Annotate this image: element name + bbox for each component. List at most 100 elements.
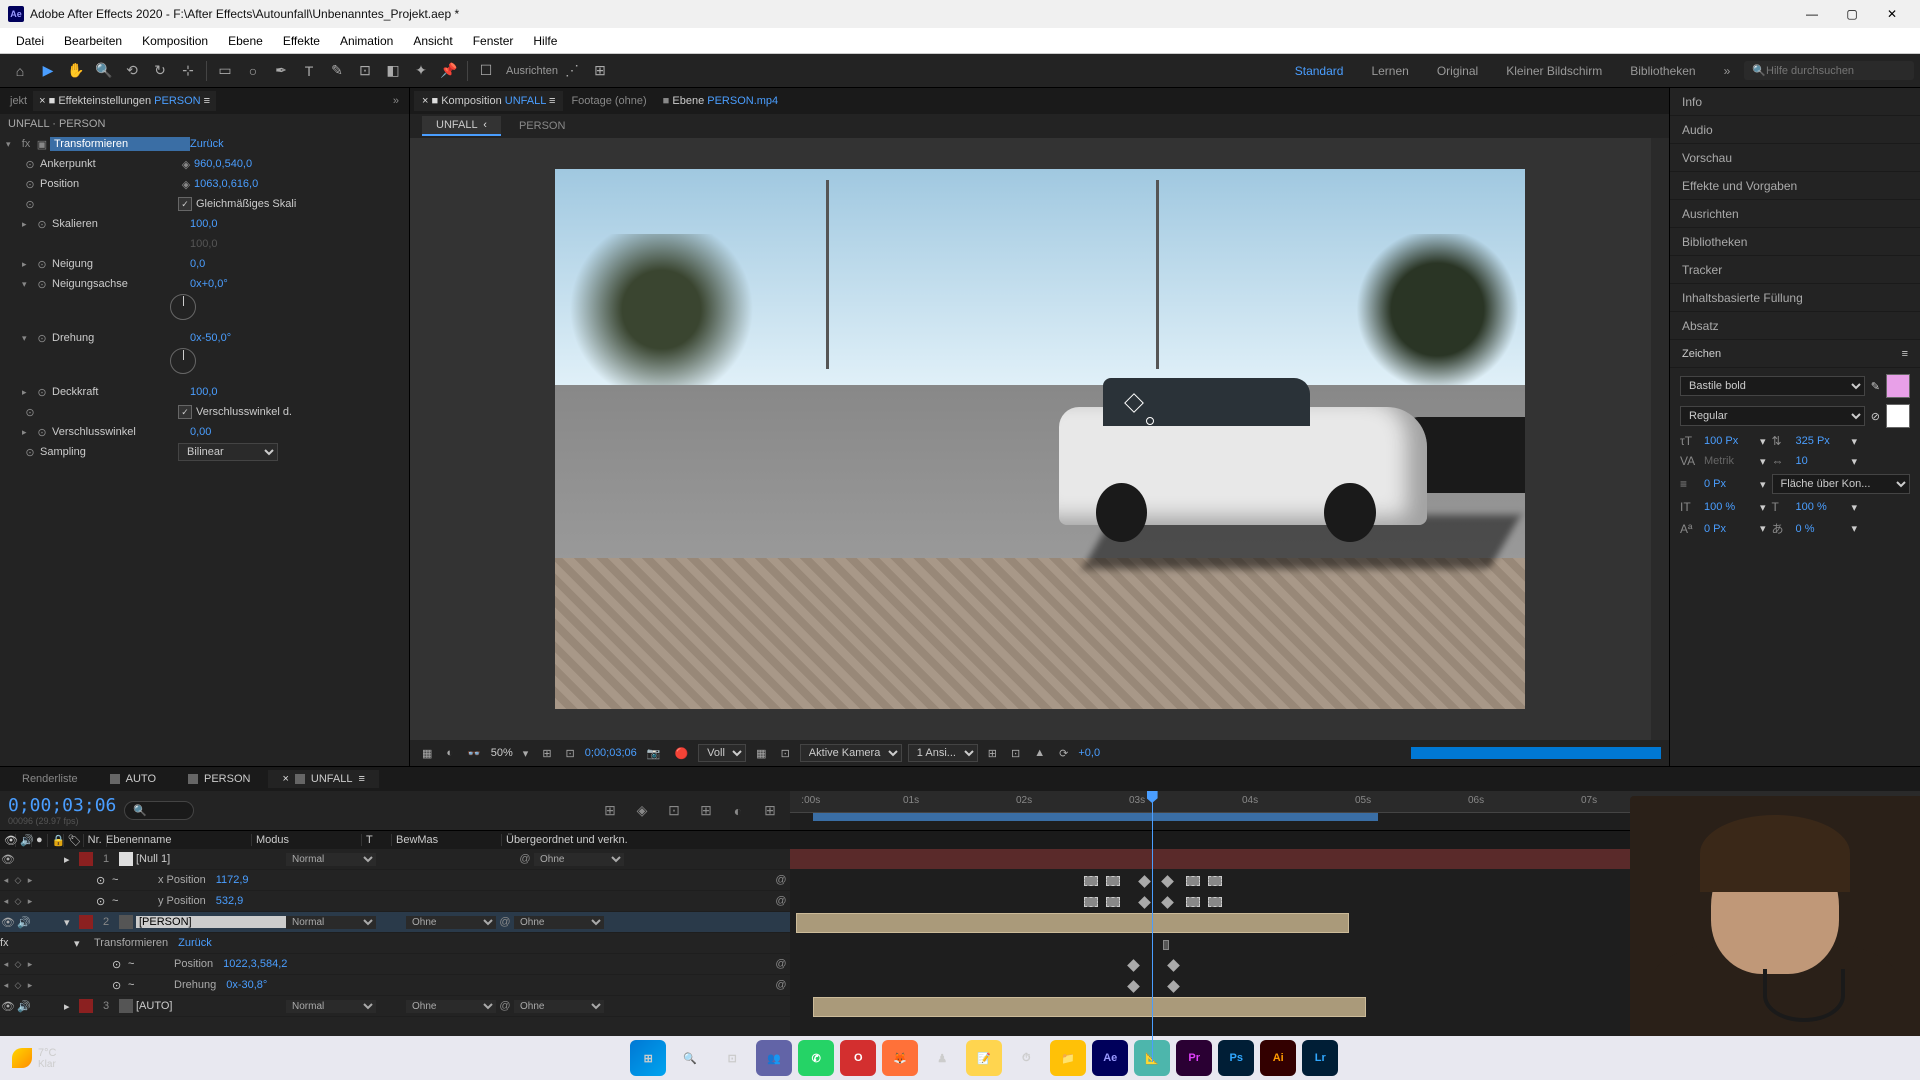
nofill-icon[interactable]: ⊘ — [1871, 410, 1880, 423]
zoom-value[interactable]: 50% — [491, 747, 513, 759]
tracking-value[interactable]: 10 — [1796, 455, 1846, 467]
whatsapp-app[interactable]: ✆ — [798, 1040, 834, 1076]
uniform-scale-checkbox[interactable]: ✓ — [178, 197, 192, 211]
timeline-search[interactable]: 🔍 — [124, 801, 194, 820]
vscale-value[interactable]: 100 % — [1704, 501, 1754, 513]
explorer-app[interactable]: 📁 — [1050, 1040, 1086, 1076]
tab-unfall[interactable]: × UNFALL ≡ — [268, 770, 378, 788]
hscale-value[interactable]: 100 % — [1796, 501, 1846, 513]
menu-hilfe[interactable]: Hilfe — [523, 30, 567, 52]
hand-tool[interactable]: ✋ — [63, 58, 89, 84]
workspace-bibliotheken[interactable]: Bibliotheken — [1616, 60, 1709, 82]
zoom-tool[interactable]: 🔍 — [91, 58, 117, 84]
views-select[interactable]: 1 Ansi... — [908, 744, 978, 762]
selection-tool[interactable]: ▶ — [35, 58, 61, 84]
subtab-person[interactable]: PERSON — [505, 117, 579, 135]
panel-character[interactable]: Zeichen≡ — [1670, 340, 1920, 368]
workspace-kleiner[interactable]: Kleiner Bildschirm — [1492, 60, 1616, 82]
effect-name[interactable]: Transformieren — [50, 137, 190, 151]
work-area[interactable] — [813, 813, 1378, 821]
eraser-tool[interactable]: ◧ — [380, 58, 406, 84]
rotate-tool[interactable]: ↻ — [147, 58, 173, 84]
tsume-value[interactable]: 0 % — [1796, 523, 1846, 535]
menu-bearbeiten[interactable]: Bearbeiten — [54, 30, 132, 52]
panel-align[interactable]: Ausrichten — [1670, 200, 1920, 228]
rotation-value[interactable]: 0x-50,0° — [190, 332, 231, 344]
firefox-app[interactable]: 🦊 — [882, 1040, 918, 1076]
panel-contentfill[interactable]: Inhaltsbasierte Füllung — [1670, 284, 1920, 312]
tab-renderlist[interactable]: Renderliste — [8, 770, 92, 788]
resolution-select[interactable]: Voll — [698, 744, 746, 762]
menu-ebene[interactable]: Ebene — [218, 30, 273, 52]
rect-tool[interactable]: ▭ — [212, 58, 238, 84]
opera-app[interactable]: O — [840, 1040, 876, 1076]
stroke-swatch[interactable] — [1886, 404, 1910, 428]
playhead[interactable] — [1152, 791, 1153, 1062]
tab-person[interactable]: PERSON — [174, 770, 264, 788]
weather-widget[interactable]: 7°CKlar — [12, 1047, 56, 1070]
tab-effect-controls[interactable]: × ■ Effekteinstellungen PERSON ≡ — [33, 91, 216, 111]
layer-null1[interactable]: 👁▸1[Null 1]Normal@Ohne — [0, 849, 790, 870]
mask-icon[interactable]: ◐ — [442, 745, 457, 761]
scale-value[interactable]: 100,0 — [190, 218, 218, 230]
close-button[interactable]: ✕ — [1872, 0, 1912, 28]
tab-project[interactable]: jekt — [4, 91, 33, 111]
camera-select[interactable]: Aktive Kamera — [800, 744, 902, 762]
minimize-button[interactable]: — — [1792, 0, 1832, 28]
shutter-checkbox[interactable]: ✓ — [178, 405, 192, 419]
ellipse-tool[interactable]: ○ — [240, 58, 266, 84]
shy-icon[interactable]: ⊡ — [662, 799, 686, 823]
prop-transform[interactable]: fx▾TransformierenZurück — [0, 933, 790, 954]
channels-icon[interactable]: 🔴 — [670, 745, 692, 762]
skewaxis-value[interactable]: 0x+0,0° — [190, 278, 228, 290]
roto-tool[interactable]: ✦ — [408, 58, 434, 84]
panel-overflow[interactable]: » — [387, 95, 405, 107]
alpha-icon[interactable]: ▦ — [418, 745, 436, 762]
eyedropper-icon[interactable]: ✎ — [1871, 380, 1880, 393]
vc-icon3[interactable]: ▲ — [1030, 745, 1049, 761]
lr-app[interactable]: Lr — [1302, 1040, 1338, 1076]
snapshot-icon[interactable]: 📷 — [643, 745, 665, 762]
pr-app[interactable]: Pr — [1176, 1040, 1212, 1076]
snap-opts2-icon[interactable]: ⊞ — [587, 58, 613, 84]
anchor-tool[interactable]: ⊹ — [175, 58, 201, 84]
layer-auto[interactable]: 👁🔊▸3[AUTO]NormalOhne@Ohne — [0, 996, 790, 1017]
rotation-dial[interactable] — [170, 348, 196, 374]
draft3d-icon[interactable]: ◈ — [630, 799, 654, 823]
composition-viewer[interactable] — [410, 138, 1669, 740]
clone-tool[interactable]: ⊡ — [352, 58, 378, 84]
puppet-tool[interactable]: 📌 — [436, 58, 462, 84]
panel-audio[interactable]: Audio — [1670, 116, 1920, 144]
stroke-width[interactable]: 0 Px — [1704, 478, 1754, 490]
layer-person[interactable]: 👁🔊▾2[PERSON]NormalOhne@Ohne — [0, 912, 790, 933]
fill-swatch[interactable] — [1886, 374, 1910, 398]
search-help[interactable]: 🔍 — [1744, 61, 1914, 80]
orbit-tool[interactable]: ⟲ — [119, 58, 145, 84]
menu-ansicht[interactable]: Ansicht — [403, 30, 462, 52]
prop-t-rotation[interactable]: ◂◇▸⊙~Drehung0x-30,8°@ — [0, 975, 790, 996]
text-tool[interactable]: T — [296, 58, 322, 84]
timeline-timecode[interactable]: 0;00;03;06 — [8, 795, 116, 816]
shutter-value[interactable]: 0,00 — [190, 426, 211, 438]
roi-icon[interactable]: ⊡ — [777, 745, 794, 762]
motion-blur-icon[interactable]: ◐ — [726, 799, 750, 823]
font-size[interactable]: 100 Px — [1704, 435, 1754, 447]
start-button[interactable]: ⊞ — [630, 1040, 666, 1076]
graph-editor-icon[interactable]: ⊞ — [758, 799, 782, 823]
panel-libraries[interactable]: Bibliotheken — [1670, 228, 1920, 256]
timer-app[interactable]: ⏱ — [1008, 1040, 1044, 1076]
tab-composition[interactable]: × ■ Komposition UNFALL ≡ — [414, 91, 563, 111]
tab-footage[interactable]: Footage (ohne) — [563, 91, 654, 111]
font-select[interactable]: Bastile bold — [1680, 376, 1865, 396]
leading-value[interactable]: 325 Px — [1796, 435, 1846, 447]
ae-app[interactable]: Ae — [1092, 1040, 1128, 1076]
vc-icon2[interactable]: ⊡ — [1007, 745, 1024, 762]
workspace-standard[interactable]: Standard — [1281, 60, 1358, 82]
pen-tool[interactable]: ✒ — [268, 58, 294, 84]
search-input[interactable] — [1766, 65, 1906, 77]
maximize-button[interactable]: ▢ — [1832, 0, 1872, 28]
menu-datei[interactable]: Datei — [6, 30, 54, 52]
baseline-value[interactable]: 0 Px — [1704, 523, 1754, 535]
panel-paragraph[interactable]: Absatz — [1670, 312, 1920, 340]
comp-mini-icon[interactable]: ⊞ — [598, 799, 622, 823]
